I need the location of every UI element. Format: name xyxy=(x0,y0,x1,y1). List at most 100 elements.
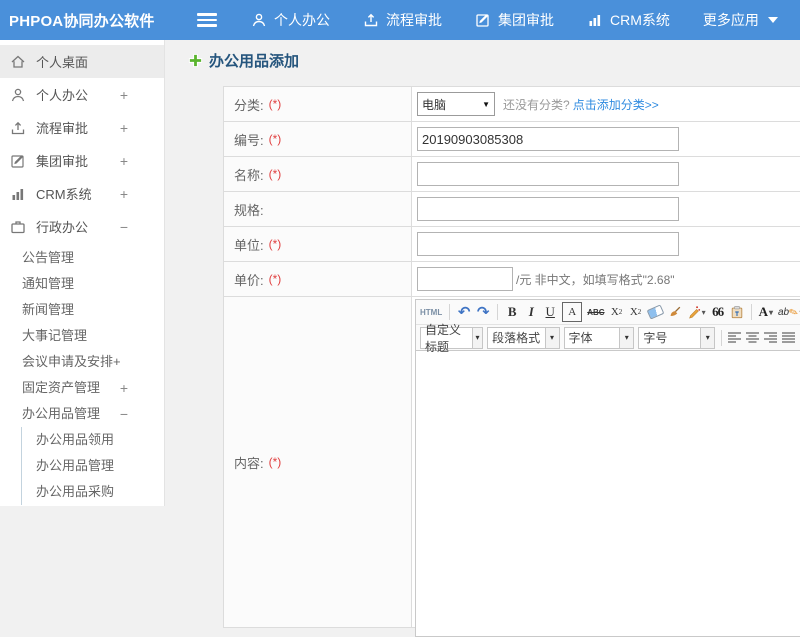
edit-icon xyxy=(475,12,491,28)
undo-icon[interactable]: ↶ xyxy=(457,303,471,321)
sidebar-item-supplies-purchase[interactable]: 办公用品采购 xyxy=(22,479,164,505)
collapse-minus-icon[interactable]: − xyxy=(120,219,128,235)
page-title: 办公用品添加 xyxy=(188,50,299,71)
highlight-pen-icon[interactable]: ▾ xyxy=(687,303,706,321)
sidebar-item-fixed-assets-mgmt[interactable]: 固定资产管理 + xyxy=(0,375,164,401)
required-mark: (*) xyxy=(268,272,282,286)
row-label-cell: 单价: (*) xyxy=(224,262,412,296)
nav-personal-office[interactable]: 个人办公 xyxy=(251,10,330,30)
toolbar-separator xyxy=(449,304,451,320)
sidebar-item-label: 行政办公 xyxy=(36,220,89,235)
paragraph-format-combo[interactable]: 段落格式 ▾ xyxy=(487,326,560,349)
hamburger-menu-icon[interactable] xyxy=(197,10,217,30)
submenu-label: 大事记管理 xyxy=(22,328,88,343)
row-value-cell xyxy=(412,192,800,226)
custom-title-combo[interactable]: 自定义标题 ▾ xyxy=(420,323,484,354)
collapse-minus-icon[interactable]: − xyxy=(120,401,128,427)
sidebar: 个人桌面 个人办公 + 流程审批 + 集团审批 + CRM系统 + 行政办公 − xyxy=(0,40,165,506)
expand-plus-icon[interactable]: + xyxy=(120,375,128,401)
superscript-button[interactable]: X2 xyxy=(610,303,624,321)
font-color-button[interactable]: A ▾ xyxy=(759,303,773,321)
expand-plus-icon[interactable]: + xyxy=(120,87,128,103)
field-label: 规格: xyxy=(234,202,264,218)
home-icon xyxy=(10,54,26,70)
row-value-cell xyxy=(412,227,800,261)
bold-button[interactable]: B xyxy=(505,303,519,321)
sidebar-item-announcement-mgmt[interactable]: 公告管理 xyxy=(0,245,164,271)
toolbar-separator xyxy=(497,304,499,320)
code-input[interactable] xyxy=(417,127,679,151)
caret-down-icon: ▾ xyxy=(471,327,483,348)
submenu-label: 办公用品管理 xyxy=(22,406,101,421)
price-input[interactable] xyxy=(417,267,513,291)
font-size-combo[interactable]: 字号 ▾ xyxy=(638,326,716,349)
nav-workflow-approval[interactable]: 流程审批 xyxy=(363,10,442,30)
char-border-button[interactable]: A xyxy=(562,302,583,322)
sidebar-item-news-mgmt[interactable]: 新闻管理 xyxy=(0,297,164,323)
format-brush-icon[interactable] xyxy=(668,303,682,321)
field-label: 编号: xyxy=(234,132,264,148)
html-source-button[interactable]: HTML xyxy=(420,303,442,321)
spec-input[interactable] xyxy=(417,197,679,221)
app-title: PHPOA协同办公软件 xyxy=(9,12,155,30)
field-label: 名称: xyxy=(234,167,264,183)
nav-group-approval[interactable]: 集团审批 xyxy=(475,10,554,30)
sidebar-item-group-approval[interactable]: 集团审批 + xyxy=(0,144,164,177)
sidebar-item-admin-office[interactable]: 行政办公 − xyxy=(0,210,164,243)
sidebar-item-supplies-claim[interactable]: 办公用品领用 xyxy=(22,427,164,453)
sidebar-item-supplies-manage[interactable]: 办公用品管理 xyxy=(22,453,164,479)
category-select[interactable]: 电脑 ▼ xyxy=(417,92,495,116)
sidebar-item-meeting-request[interactable]: 会议申请及安排+ xyxy=(0,349,164,375)
nav-crm-system[interactable]: CRM系统 xyxy=(587,10,670,30)
align-center-icon[interactable] xyxy=(746,329,760,347)
expand-plus-icon[interactable]: + xyxy=(120,186,128,202)
required-mark: (*) xyxy=(268,455,282,469)
row-value-cell xyxy=(412,157,800,191)
sidebar-item-notice-mgmt[interactable]: 通知管理 xyxy=(0,271,164,297)
sidebar-item-personal-office[interactable]: 个人办公 + xyxy=(0,78,164,111)
sidebar-item-personal-desktop[interactable]: 个人桌面 xyxy=(0,45,164,78)
blockquote-button[interactable]: 66 xyxy=(711,303,725,321)
strikethrough-button[interactable]: ABC xyxy=(587,303,604,321)
submenu-label: 公告管理 xyxy=(22,250,75,265)
align-left-icon[interactable] xyxy=(728,329,742,347)
briefcase-icon xyxy=(10,219,26,235)
font-family-combo[interactable]: 字体 ▾ xyxy=(563,326,635,349)
flow-icon xyxy=(10,120,26,136)
sidebar-item-office-supplies-mgmt[interactable]: 办公用品管理 − xyxy=(0,401,164,427)
sidebar-item-label: 流程审批 xyxy=(36,121,89,136)
required-mark: (*) xyxy=(268,237,282,251)
nav-label: 更多应用 xyxy=(702,12,759,28)
row-label-cell: 分类: (*) xyxy=(224,87,412,121)
nav-more-apps[interactable]: 更多应用 xyxy=(703,10,778,30)
form-row-spec: 规格: xyxy=(224,192,800,227)
eraser-icon[interactable] xyxy=(646,303,664,321)
caret-down-icon xyxy=(767,17,778,23)
sidebar-item-crm-system[interactable]: CRM系统 + xyxy=(0,177,164,210)
align-justify-icon[interactable] xyxy=(782,329,796,347)
sidebar-item-label: 个人桌面 xyxy=(36,55,89,70)
sidebar-item-events-mgmt[interactable]: 大事记管理 xyxy=(0,323,164,349)
subscript-button[interactable]: X2 xyxy=(629,303,643,321)
align-right-icon[interactable] xyxy=(764,329,778,347)
bar-chart-icon xyxy=(587,12,603,28)
background-color-button[interactable]: ab✎▾ xyxy=(778,303,800,321)
edit-icon xyxy=(10,153,26,169)
expand-plus-icon[interactable]: + xyxy=(120,120,128,136)
flow-icon xyxy=(363,12,379,28)
unit-input[interactable] xyxy=(417,232,679,256)
redo-icon[interactable]: ↷ xyxy=(476,303,490,321)
name-input[interactable] xyxy=(417,162,679,186)
sidebar-item-workflow-approval[interactable]: 流程审批 + xyxy=(0,111,164,144)
field-label: 单价: xyxy=(234,272,264,288)
italic-button[interactable]: I xyxy=(524,303,538,321)
underline-button[interactable]: U xyxy=(543,303,557,321)
combo-label: 字体 xyxy=(568,331,593,345)
bar-chart-icon xyxy=(10,186,26,202)
sidebar-item-label: 集团审批 xyxy=(36,154,89,169)
paste-text-icon[interactable] xyxy=(730,303,744,321)
editor-content-area[interactable] xyxy=(416,351,800,636)
form-row-content: 内容: (*) HTML ↶ ↷ B I U A ABC X 2 X 2 ▾ 6… xyxy=(224,297,800,637)
add-category-link[interactable]: 点击添加分类>> xyxy=(573,96,659,113)
expand-plus-icon[interactable]: + xyxy=(120,153,128,169)
